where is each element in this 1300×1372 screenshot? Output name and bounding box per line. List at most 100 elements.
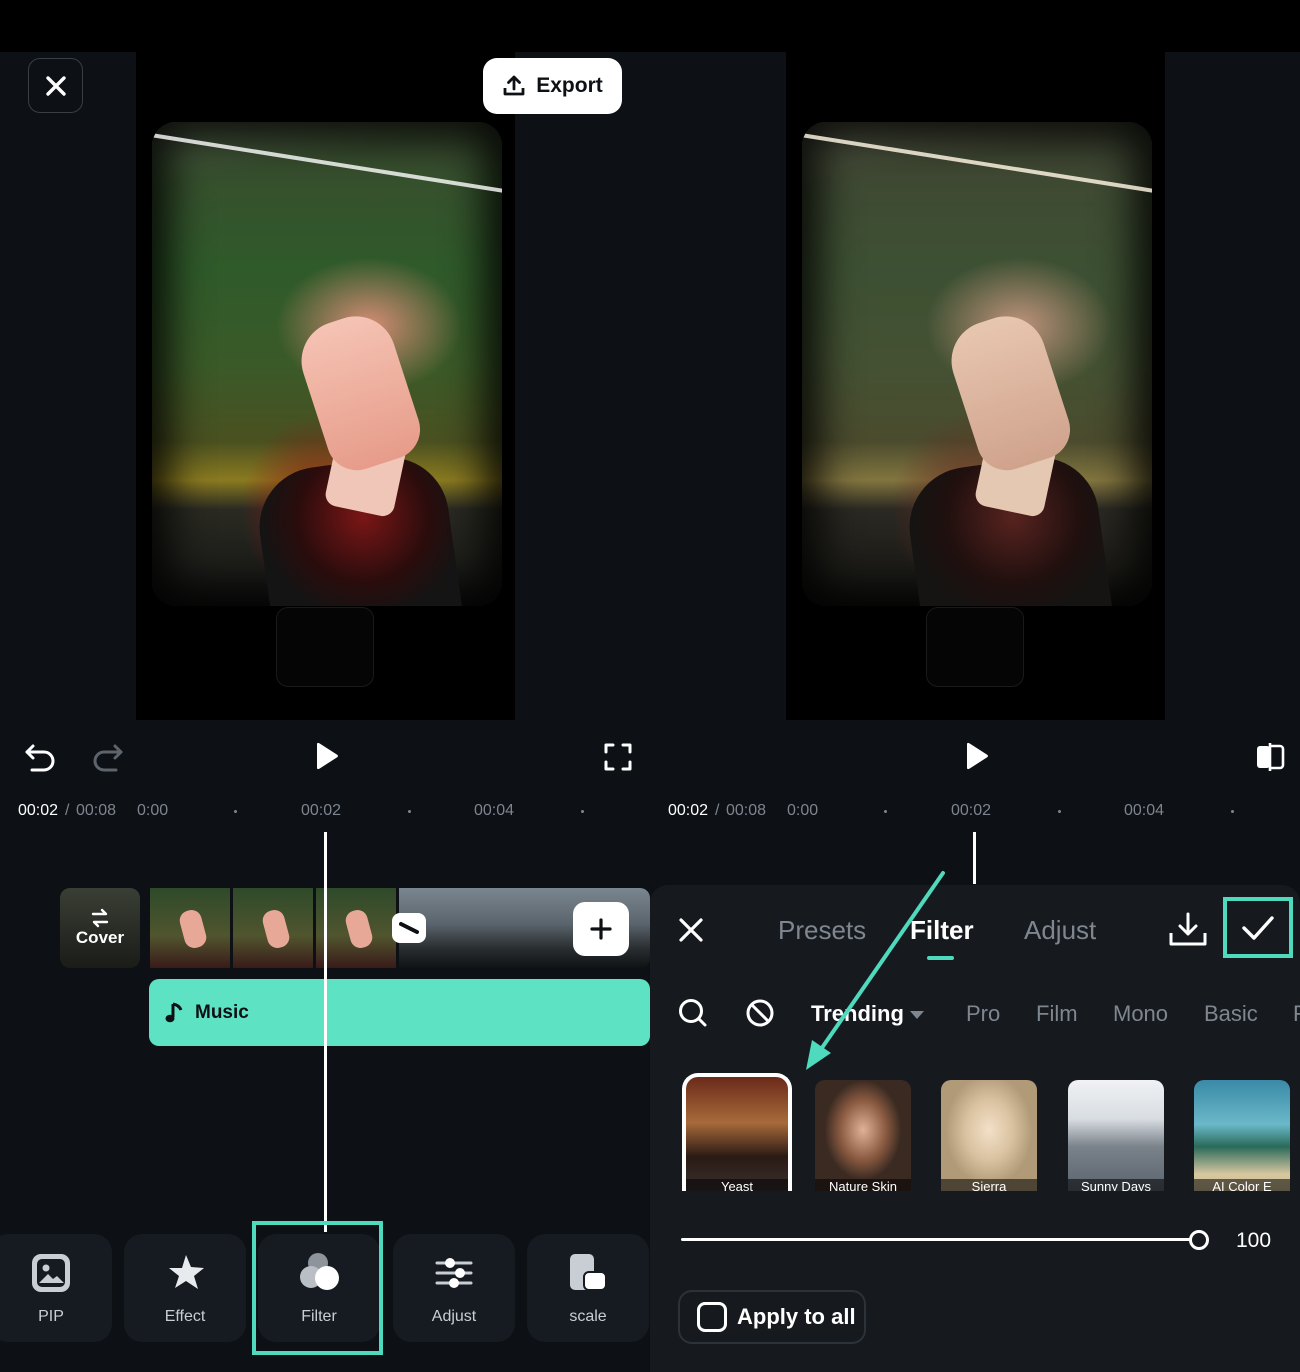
video-preview[interactable] [136,52,515,720]
fullscreen-button[interactable] [598,735,638,779]
export-label: Export [536,74,603,97]
scale-icon [570,1254,607,1291]
check-icon [1242,915,1274,940]
playhead[interactable] [324,832,327,1232]
tool-effect[interactable]: Effect [124,1234,246,1342]
time-ruler: 00:02 / 00:08 0:00 00:02 00:04 [0,800,650,826]
no-filter-button[interactable] [745,998,775,1034]
active-tab-indicator [927,956,954,960]
apply-to-all-label: Apply to all [737,1304,856,1329]
undo-button[interactable] [20,735,60,779]
intensity-slider-track[interactable] [681,1238,1199,1241]
redo-button[interactable] [88,735,128,779]
compare-button[interactable] [1250,735,1290,779]
total-time: 00:08 [76,802,117,819]
download-button[interactable] [1168,911,1208,952]
add-clip-button[interactable] [573,902,629,956]
adjust-sliders-icon [435,1258,473,1288]
filter-list: Yeast Nature Skin Sierra Sunny Days AI C… [682,1073,1300,1191]
preview-photo [802,122,1152,606]
tick-2: 00:02 [301,802,342,819]
filter-item-sunny-days[interactable]: Sunny Days [1068,1080,1164,1191]
play-icon [317,742,338,770]
top-bar [650,0,1300,52]
transition-icon [399,922,419,934]
playhead[interactable] [973,832,976,884]
transition-button[interactable] [392,913,426,943]
filter-label: Sunny Days [1068,1179,1164,1191]
video-preview-filtered[interactable] [786,52,1165,720]
category-film[interactable]: Film [1036,1001,1078,1027]
filter-label: Yeast [686,1179,788,1191]
time-separator: / [715,802,720,819]
close-icon [45,75,66,96]
clip-thumbnail [150,888,230,968]
tool-label: Effect [164,1308,206,1325]
tool-pip[interactable]: PIP [0,1234,112,1342]
cover-label: Cover [75,928,125,947]
tick-4: 00:04 [474,802,515,819]
tab-filter[interactable]: Filter [910,915,974,946]
filter-item-yeast[interactable]: Yeast [682,1073,792,1191]
category-pro[interactable]: Pro [966,1001,1000,1027]
category-more[interactable]: F [1293,1001,1300,1027]
cover-button[interactable]: Cover [60,888,140,968]
music-track[interactable]: Music [149,979,650,1046]
undo-icon [25,744,55,772]
total-time: 00:08 [726,802,767,819]
search-icon [679,999,707,1027]
clip-thumbnail [316,888,396,968]
tick-0: 0:00 [137,802,169,819]
play-button[interactable] [956,735,996,779]
close-button[interactable] [28,58,83,113]
tool-label: scale [569,1308,607,1325]
preview-shadow [926,607,1024,687]
current-time: 00:02 [18,802,59,819]
apply-to-all-checkbox[interactable] [697,1302,727,1332]
tick-4: 00:04 [1124,802,1165,819]
tool-label: Adjust [431,1308,477,1325]
download-icon [1169,912,1207,946]
swap-icon [91,908,109,928]
pip-icon [32,1254,70,1292]
caret-down-icon [910,1011,924,1019]
compare-icon [1257,743,1285,771]
category-mono[interactable]: Mono [1113,1001,1168,1027]
fullscreen-icon [604,743,632,771]
tab-adjust[interactable]: Adjust [1024,915,1096,946]
filter-label: Nature Skin [815,1179,911,1191]
filter-panel: Presets Filter Adjust Trending Pro Film … [650,885,1300,1372]
close-panel-button[interactable] [678,917,704,948]
tab-presets[interactable]: Presets [778,915,866,946]
search-button[interactable] [678,998,708,1034]
current-time: 00:02 [668,802,709,819]
intensity-slider-handle[interactable] [1189,1230,1209,1250]
play-button[interactable] [306,735,346,779]
apply-to-all-toggle[interactable]: Apply to all [678,1290,866,1344]
play-icon [967,742,988,770]
effect-star-icon [169,1255,204,1289]
filter-item-ai-color[interactable]: AI Color E [1194,1080,1290,1191]
ban-icon [746,999,774,1027]
export-button[interactable]: Export [483,58,622,114]
editor-left: Export 00:02 / 00:08 0:00 00:02 00:04 Co… [0,0,650,1372]
filter-item-sierra[interactable]: Sierra [941,1080,1037,1191]
tool-adjust[interactable]: Adjust [393,1234,515,1342]
editor-right: 00:02 / 00:08 0:00 00:02 00:04 Presets F… [650,0,1300,1372]
preview-shadow [276,607,374,687]
confirm-button[interactable] [1223,897,1293,958]
filter-item-nature-skin[interactable]: Nature Skin [815,1080,911,1191]
filter-highlight [252,1221,383,1355]
category-trending[interactable]: Trending [811,1001,904,1027]
filter-panel-tabs: Presets Filter Adjust [650,885,1300,975]
top-bar [0,0,650,52]
category-basic[interactable]: Basic [1204,1001,1258,1027]
tool-scale[interactable]: scale [527,1234,649,1342]
tick-2: 00:02 [951,802,992,819]
music-note-icon [165,1002,183,1022]
preview-photo [152,122,502,606]
tool-label: PIP [38,1308,64,1325]
clip-thumbnail [233,888,313,968]
tick-0: 0:00 [787,802,819,819]
time-ruler: 00:02 / 00:08 0:00 00:02 00:04 [650,800,1300,826]
